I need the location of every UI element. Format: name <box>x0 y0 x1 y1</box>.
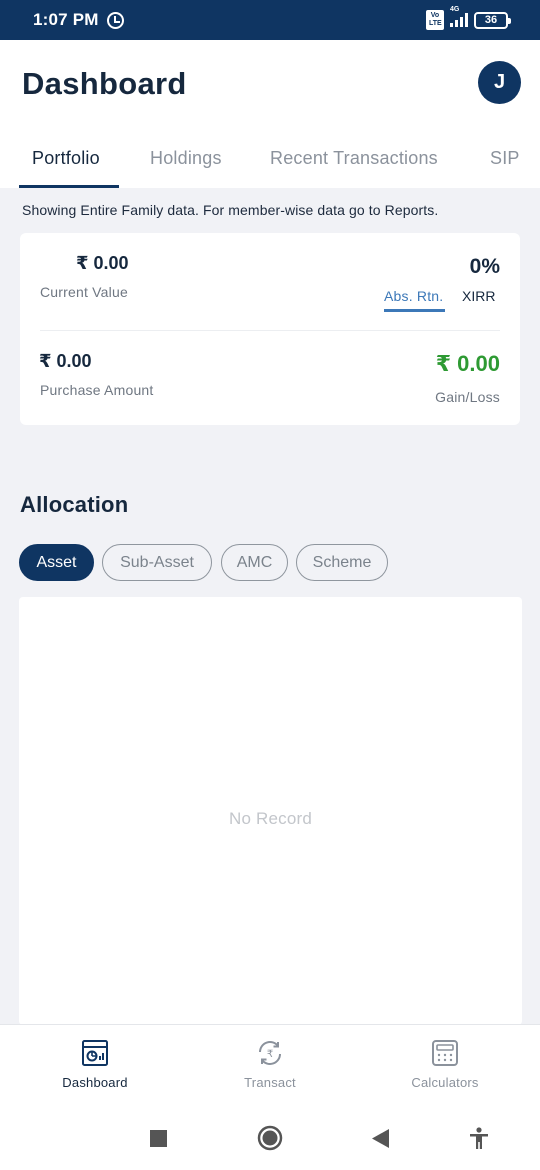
nav-transact[interactable]: ₹ Transact <box>180 1025 360 1107</box>
home-icon[interactable] <box>256 1106 284 1170</box>
system-nav-bar <box>0 1106 540 1170</box>
tab-recent-transactions[interactable]: Recent Transactions <box>270 148 438 169</box>
battery-level: 36 <box>484 14 498 26</box>
gain-loss-value: ₹ 0.00 <box>435 351 500 376</box>
header: Dashboard J Portfolio Holdings Recent Tr… <box>0 40 540 188</box>
tab-portfolio[interactable]: Portfolio <box>32 148 100 169</box>
svg-text:₹: ₹ <box>267 1049 273 1060</box>
abs-return-indicator <box>384 309 445 312</box>
bottom-nav: Dashboard ₹ Transact Calculators <box>0 1024 540 1106</box>
family-data-note: Showing Entire Family data. For member-w… <box>22 202 439 218</box>
abs-return-toggle[interactable]: Abs. Rtn. <box>384 288 443 304</box>
current-value-label: Current Value <box>40 284 128 300</box>
tab-indicator <box>19 185 119 188</box>
gain-loss-label: Gain/Loss <box>435 389 500 405</box>
nav-transact-label: Transact <box>244 1075 296 1090</box>
current-value: ₹ 0.00 <box>76 253 129 273</box>
nav-calculators[interactable]: Calculators <box>355 1025 535 1107</box>
recent-apps-icon[interactable] <box>148 1106 168 1170</box>
chip-sub-asset[interactable]: Sub-Asset <box>102 544 212 581</box>
allocation-title: Allocation <box>20 492 129 517</box>
card-divider <box>40 330 500 331</box>
chip-asset[interactable]: Asset <box>19 544 94 581</box>
status-bar: 1:07 PM Vo LTE 4G 36 <box>0 0 540 40</box>
back-icon[interactable] <box>370 1106 390 1170</box>
nav-calculators-label: Calculators <box>411 1075 479 1090</box>
page-title: Dashboard <box>22 66 187 101</box>
chip-amc[interactable]: AMC <box>221 544 288 581</box>
nav-dashboard[interactable]: Dashboard <box>5 1025 185 1107</box>
chip-scheme[interactable]: Scheme <box>296 544 388 581</box>
no-record-message: No Record <box>228 809 313 828</box>
purchase-amount-label: Purchase Amount <box>40 382 154 398</box>
xirr-toggle[interactable]: XIRR <box>462 288 495 304</box>
avatar[interactable]: J <box>478 61 521 104</box>
battery-icon: 36 <box>474 11 511 29</box>
calculator-icon <box>432 1040 458 1066</box>
dashboard-icon <box>82 1040 108 1066</box>
tab-bar: Portfolio Holdings Recent Transactions S… <box>0 140 540 188</box>
volte-icon: Vo LTE <box>426 10 444 30</box>
return-value: 0% <box>469 255 500 278</box>
status-time: 1:07 PM <box>33 10 99 29</box>
network-type-label: 4G <box>450 6 460 13</box>
tab-holdings[interactable]: Holdings <box>150 148 222 169</box>
status-icons: Vo LTE 4G 36 <box>426 6 511 30</box>
accessibility-icon[interactable] <box>468 1106 490 1170</box>
allocation-chart-area: No Record <box>19 597 522 1025</box>
purchase-amount: ₹ 0.00 <box>39 351 92 371</box>
portfolio-summary-card: ₹ 0.00 Current Value 0% Abs. Rtn. XIRR ₹… <box>20 233 520 425</box>
alarm-icon <box>106 11 124 29</box>
nav-dashboard-label: Dashboard <box>62 1075 128 1090</box>
signal-icon: 4G <box>450 6 468 27</box>
rupee-exchange-icon: ₹ <box>259 1041 281 1065</box>
tab-sip[interactable]: SIP <box>490 148 520 169</box>
